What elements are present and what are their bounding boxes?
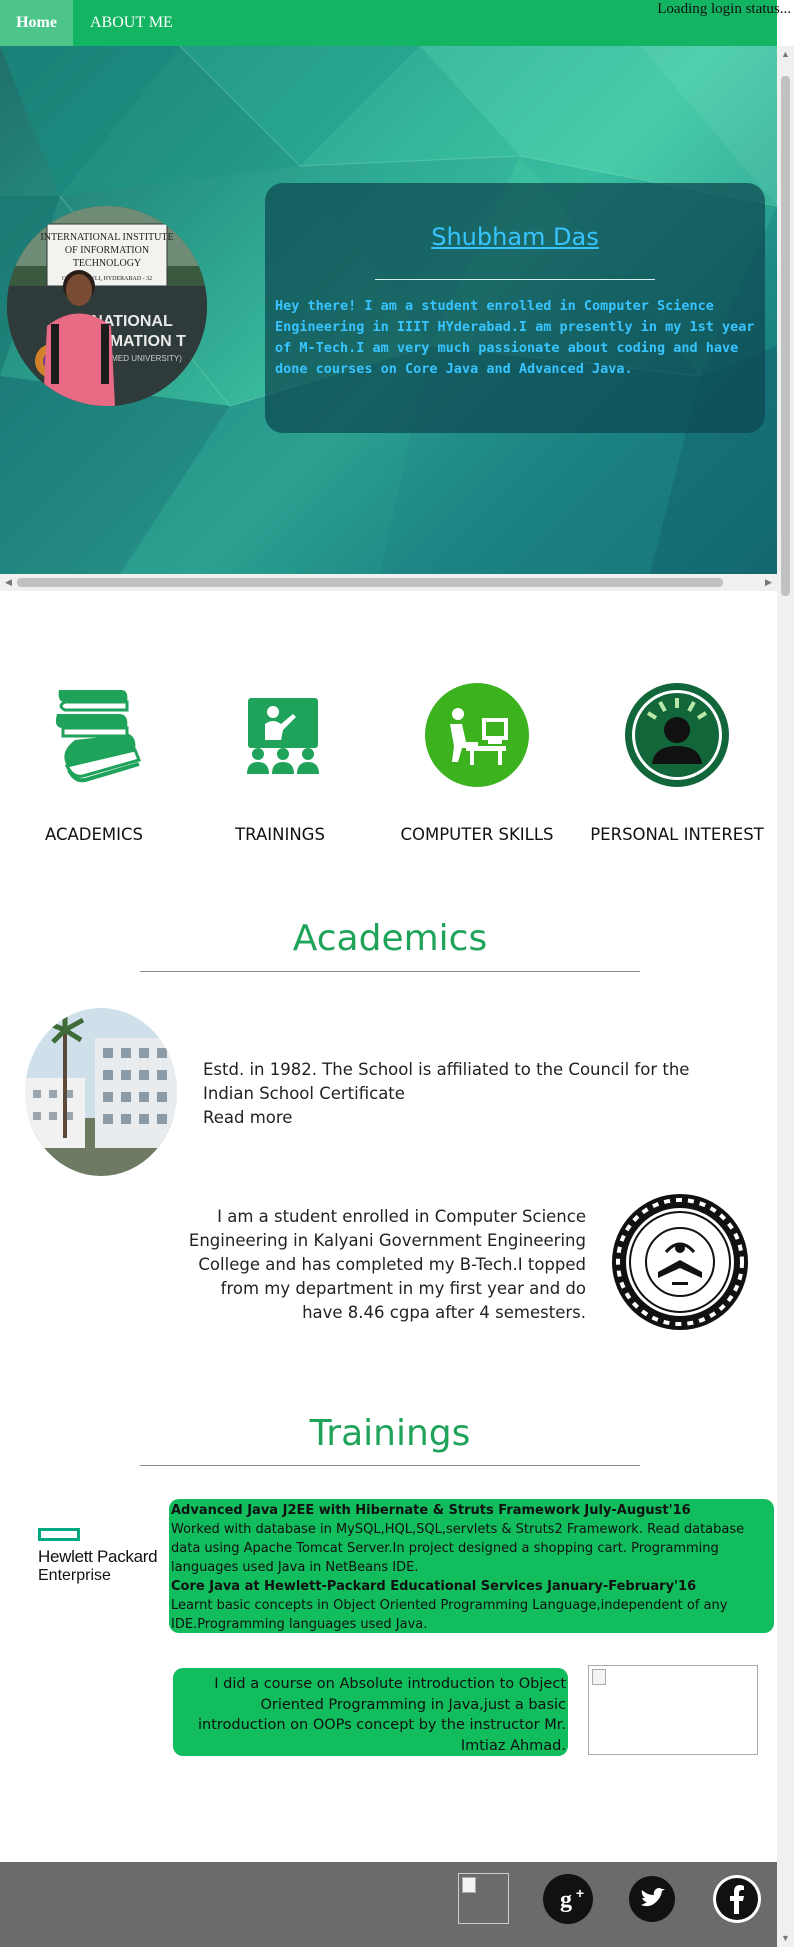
facebook-icon[interactable] xyxy=(712,1874,762,1924)
college-seal-icon xyxy=(610,1192,750,1332)
broken-image-placeholder-icon xyxy=(462,1877,476,1893)
academics-title: Academics xyxy=(292,918,488,959)
svg-text:g: g xyxy=(560,1887,572,1913)
profile-name[interactable]: Shubham Das xyxy=(265,223,765,251)
horizontal-scroll-thumb[interactable] xyxy=(17,578,723,587)
hp-trainings-box: Advanced Java J2EE with Hibernate & Stru… xyxy=(169,1499,774,1633)
trainings-divider xyxy=(140,1465,640,1466)
college-description: I am a student enrolled in Computer Scie… xyxy=(188,1207,586,1322)
photo-sign-line-3: TECHNOLOGY xyxy=(73,258,141,269)
vertical-scrollbar[interactable]: ▲ ▼ xyxy=(777,46,794,1947)
feature-label-personal-interest[interactable]: PERSONAL INTEREST xyxy=(587,825,767,844)
scroll-left-arrow-icon[interactable]: ◀ xyxy=(0,574,17,591)
course-image xyxy=(588,1665,758,1755)
idea-person-icon xyxy=(622,680,732,790)
feature-label-academics[interactable]: ACADEMICS xyxy=(4,825,184,844)
training-2-description: Learnt basic concepts in Object Oriented… xyxy=(171,1598,728,1632)
computer-user-icon xyxy=(422,680,532,790)
school-description: Estd. in 1982. The School is affiliated … xyxy=(203,1058,743,1130)
broken-image-icon xyxy=(592,1669,606,1685)
feature-label-trainings[interactable]: TRAININGS xyxy=(190,825,370,844)
profile-photo: INTERNATIONAL INSTITUTE OF INFORMATION T… xyxy=(7,206,207,406)
scroll-right-arrow-icon[interactable]: ▶ xyxy=(760,574,777,591)
feature-trainings[interactable]: TRAININGS xyxy=(190,680,370,844)
school-text: Estd. in 1982. The School is affiliated … xyxy=(203,1060,690,1103)
hp-logo-line-1: Hewlett Packard xyxy=(38,1547,158,1566)
training-1-description: Worked with database in MySQL,HQL,SQL,se… xyxy=(171,1522,745,1575)
feature-computer-skills[interactable]: COMPUTER SKILLS xyxy=(387,680,567,844)
footer: g + xyxy=(0,1862,777,1947)
twitter-icon[interactable] xyxy=(627,1874,677,1924)
academics-divider xyxy=(140,971,640,972)
bio-card: Shubham Das Hey there! I am a student en… xyxy=(265,183,765,433)
horizontal-scrollbar[interactable]: ◀ ▶ xyxy=(0,574,777,591)
vertical-scroll-thumb[interactable] xyxy=(781,76,790,596)
nav-about-link[interactable]: ABOUT ME xyxy=(90,0,173,46)
hp-logo-line-2: Enterprise xyxy=(38,1567,111,1584)
scroll-down-arrow-icon[interactable]: ▼ xyxy=(777,1930,794,1947)
hp-logo-rectangle-icon xyxy=(38,1528,80,1541)
online-course-box: I did a course on Absolute introduction … xyxy=(173,1668,568,1756)
books-icon xyxy=(39,680,149,790)
login-status-text: Loading login status... xyxy=(657,1,791,17)
training-1-title: Advanced Java J2EE with Hibernate & Stru… xyxy=(171,1503,691,1518)
google-plus-icon[interactable]: g + xyxy=(543,1874,593,1924)
nav-home-link[interactable]: Home xyxy=(0,0,73,46)
scroll-up-arrow-icon[interactable]: ▲ xyxy=(777,46,794,63)
feature-label-computer-skills[interactable]: COMPUTER SKILLS xyxy=(387,825,567,844)
feature-personal-interest[interactable]: PERSONAL INTEREST xyxy=(587,680,767,844)
read-more-link[interactable]: Read more xyxy=(203,1106,743,1130)
svg-text:+: + xyxy=(576,1885,584,1901)
hp-enterprise-logo: Hewlett Packard Enterprise xyxy=(38,1528,168,1585)
profile-bio: Hey there! I am a student enrolled in Co… xyxy=(275,298,755,377)
classroom-icon xyxy=(225,680,335,790)
feature-academics[interactable]: ACADEMICS xyxy=(4,680,184,844)
photo-sign-line-1: INTERNATIONAL INSTITUTE xyxy=(40,232,173,243)
photo-sign-line-2: OF INFORMATION xyxy=(65,245,149,256)
bio-divider xyxy=(375,279,655,280)
hero-banner: INTERNATIONAL INSTITUTE OF INFORMATION T… xyxy=(0,46,777,574)
school-photo xyxy=(25,1008,177,1176)
training-2-title: Core Java at Hewlett-Packard Educational… xyxy=(171,1579,697,1594)
trainings-title: Trainings xyxy=(309,1413,471,1454)
broken-image-icon[interactable] xyxy=(458,1873,509,1924)
